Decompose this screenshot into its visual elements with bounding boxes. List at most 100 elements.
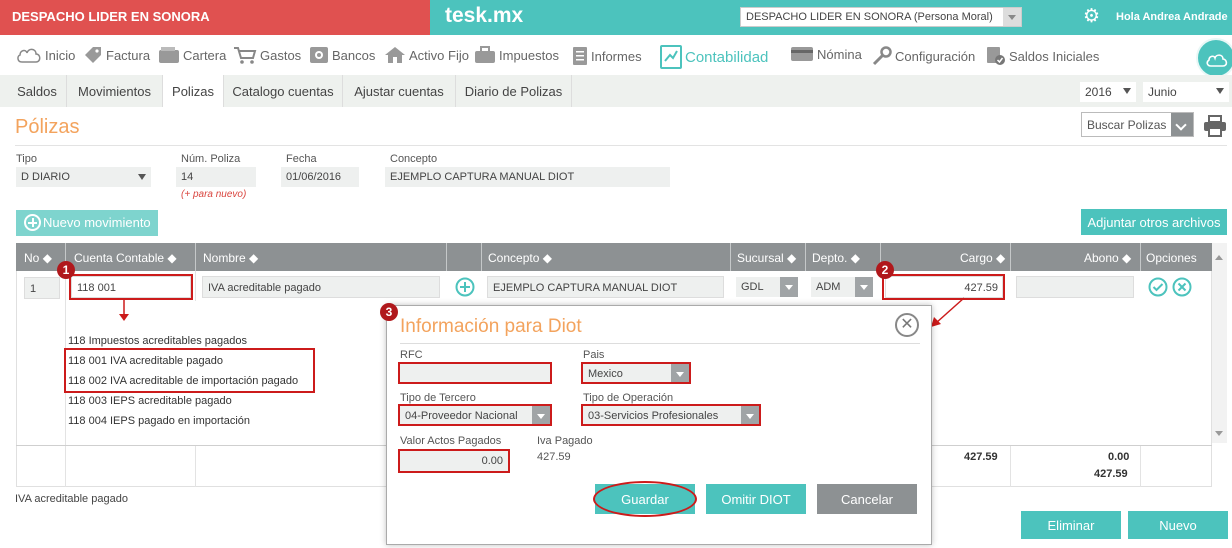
suggestion-item[interactable]: 118 004 IEPS pagado en importación [68, 415, 250, 427]
tipo-select[interactable]: D DIARIO [16, 167, 151, 187]
sort-icon: ◆ [850, 251, 860, 265]
tab-polizas[interactable]: Polizas [163, 75, 223, 107]
table-scrollbar[interactable] [1212, 243, 1227, 443]
iva-value: 427.59 [537, 451, 571, 463]
nav-activo-fijo[interactable]: Activo Fijo [384, 46, 469, 64]
nav-configuracion[interactable]: Configuración [872, 46, 975, 66]
suggestion-item[interactable]: 118 Impuestos acreditables pagados [68, 335, 247, 347]
company-select-value: DESPACHO LIDER EN SONORA (Persona Moral) [746, 11, 993, 23]
tab-movimientos[interactable]: Movimientos [67, 75, 162, 107]
header-depto[interactable]: Depto. ◆ [812, 243, 860, 271]
header-no[interactable]: No ◆ [24, 243, 52, 271]
nav-bancos[interactable]: Bancos [309, 46, 375, 64]
header-label: Concepto [488, 251, 540, 265]
nav-label: Contabilidad [685, 48, 769, 66]
header-cuenta[interactable]: Cuenta Contable ◆ [74, 243, 177, 271]
num-poliza-hint: (+ para nuevo) [181, 189, 247, 200]
rfc-label: RFC [400, 349, 423, 361]
concepto-label: Concepto [390, 153, 438, 165]
fecha-input[interactable]: 01/06/2016 [281, 167, 359, 187]
annotation-marker: 1 [57, 261, 75, 279]
header-concepto[interactable]: Concepto ◆ [488, 243, 552, 271]
header-label: Cargo [960, 251, 993, 265]
header-label: Depto. [812, 251, 848, 265]
nav-contabilidad[interactable]: Contabilidad [660, 45, 768, 69]
nombre-input[interactable]: IVA acreditable pagado [202, 276, 440, 298]
new-movement-button[interactable]: Nuevo movimiento [16, 210, 158, 236]
company-select[interactable]: DESPACHO LIDER EN SONORA (Persona Moral) [740, 7, 1022, 27]
chevron-down-icon[interactable] [1171, 113, 1193, 136]
nav-label: Nómina [817, 46, 862, 62]
modal-divider [400, 343, 920, 344]
add-circle-icon[interactable] [455, 277, 475, 297]
scroll-down-icon[interactable] [1215, 431, 1223, 436]
tab-saldos[interactable]: Saldos [8, 75, 66, 107]
header-divider [446, 243, 447, 271]
sort-icon: ◆ [542, 251, 552, 265]
omitir-diot-button[interactable]: Omitir DIOT [706, 484, 806, 514]
attach-files-button[interactable]: Adjuntar otros archivos [1081, 209, 1227, 235]
header-abono[interactable]: Abono ◆ [1084, 243, 1131, 271]
sort-icon: ◆ [1122, 251, 1132, 265]
tab-catalogo-cuentas[interactable]: Catalogo cuentas [224, 75, 342, 107]
annotation-box [581, 362, 691, 384]
card-icon [791, 47, 813, 61]
print-icon[interactable] [1203, 115, 1227, 137]
abono-input[interactable] [1016, 276, 1134, 298]
briefcase-icon [475, 46, 495, 63]
tercero-label: Tipo de Tercero [400, 392, 476, 404]
cancelar-button[interactable]: Cancelar [817, 484, 917, 514]
annotation-box [64, 348, 315, 393]
suggestion-item[interactable]: 118 003 IEPS acreditable pagado [68, 395, 232, 407]
nav-inicio[interactable]: Inicio [16, 46, 75, 64]
tipo-value: D DIARIO [21, 171, 70, 183]
sort-icon: ◆ [167, 251, 177, 265]
cancel-circle-icon[interactable] [1172, 277, 1192, 297]
new-button[interactable]: Nuevo [1128, 511, 1228, 539]
header-divider [1140, 243, 1141, 271]
concepto-input[interactable]: EJEMPLO CAPTURA MANUAL DIOT [385, 167, 670, 187]
header-nombre[interactable]: Nombre ◆ [203, 243, 258, 271]
header-sucursal[interactable]: Sucursal ◆ [737, 243, 796, 271]
year-select[interactable]: 2016 [1080, 82, 1136, 102]
company-name: DESPACHO LIDER EN SONORA [0, 0, 430, 35]
nav-factura[interactable]: Factura [83, 46, 150, 64]
chevron-down-icon [1003, 8, 1021, 26]
nav-nomina[interactable]: Nómina [790, 46, 862, 62]
search-polizas-select[interactable]: Buscar Polizas [1081, 112, 1194, 137]
tag-icon [85, 47, 101, 63]
user-greeting[interactable]: Hola Andrea Andrade [1116, 11, 1228, 23]
delete-button[interactable]: Eliminar [1021, 511, 1121, 539]
table-header: No ◆ Cuenta Contable ◆ Nombre ◆ Concepto… [16, 243, 1212, 271]
sort-icon: ◆ [42, 251, 52, 265]
nav-informes[interactable]: Informes [572, 46, 642, 66]
annotation-box [398, 404, 552, 426]
year-value: 2016 [1085, 85, 1112, 99]
gear-icon[interactable]: ⚙ [1083, 5, 1100, 28]
search-placeholder: Buscar Polizas [1087, 118, 1167, 132]
scroll-up-icon[interactable] [1215, 255, 1223, 260]
chevron-down-icon [780, 277, 798, 297]
house-icon [385, 47, 405, 63]
month-select[interactable]: Junio [1143, 82, 1229, 102]
nav-label: Impuestos [499, 47, 559, 63]
annotation-ellipse [593, 481, 697, 517]
sort-icon: ◆ [787, 251, 797, 265]
nav-gastos[interactable]: Gastos [233, 46, 301, 64]
check-circle-icon[interactable] [1148, 277, 1168, 297]
row-no-input[interactable]: 1 [24, 277, 60, 299]
nav-cartera[interactable]: Cartera [158, 46, 226, 64]
tab-diario-polizas[interactable]: Diario de Polizas [456, 75, 571, 107]
tab-ajustar-cuentas[interactable]: Ajustar cuentas [343, 75, 455, 107]
close-icon[interactable]: ✕ [895, 313, 919, 337]
num-poliza-input[interactable]: 14 [176, 167, 256, 187]
header-cargo[interactable]: Cargo ◆ [960, 243, 1005, 271]
concepto-row-input[interactable]: EJEMPLO CAPTURA MANUAL DIOT [487, 276, 724, 298]
nav-saldos-iniciales[interactable]: Saldos Iniciales [986, 46, 1099, 66]
nav-label: Saldos Iniciales [1009, 48, 1100, 64]
page-title: Pólizas [15, 116, 80, 138]
header-divider [195, 243, 196, 271]
sucursal-select[interactable]: GDL [736, 277, 798, 297]
depto-select[interactable]: ADM [811, 277, 873, 297]
nav-impuestos[interactable]: Impuestos [474, 46, 559, 64]
